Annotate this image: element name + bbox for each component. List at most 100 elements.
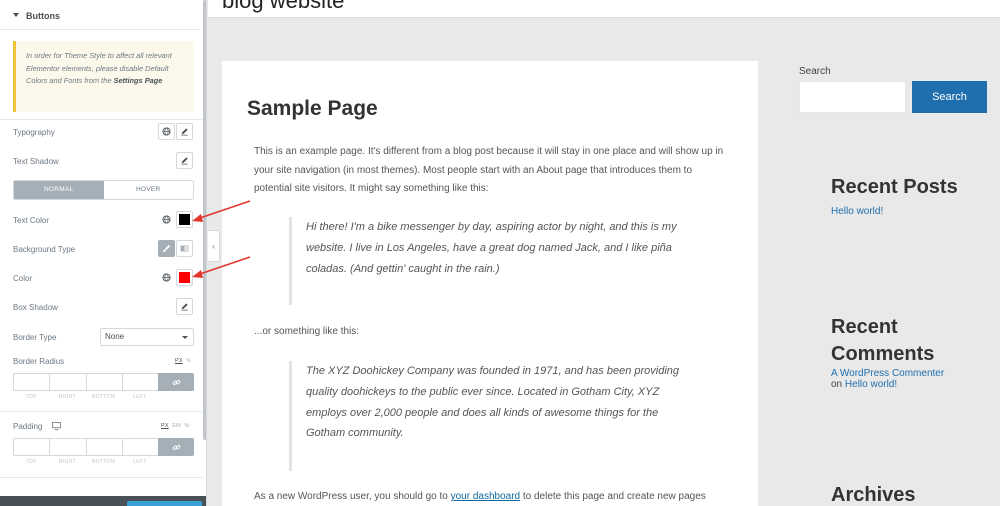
outro-text-end: to delete this page and create new pages (520, 491, 706, 502)
text-shadow-label: Text Shadow (13, 157, 59, 166)
radius-right-input[interactable] (49, 373, 86, 391)
divider (0, 411, 203, 412)
comment-on-text: on (831, 379, 843, 390)
link-values-button[interactable] (158, 438, 194, 456)
site-title[interactable]: blog website (222, 0, 344, 14)
padding-bottom-input[interactable] (85, 438, 122, 456)
recent-comments-title: Recent Comments (831, 316, 935, 365)
state-tabs: NORMAL HOVER (13, 180, 194, 200)
dim-label-left: LEFT (133, 394, 147, 400)
padding-top-input[interactable] (13, 438, 50, 456)
unit-em[interactable]: EM (172, 423, 181, 429)
publish-button[interactable] (127, 501, 202, 506)
radius-units: PX % (175, 358, 191, 364)
radius-left-input[interactable] (121, 373, 158, 391)
pencil-icon (181, 157, 188, 165)
border-radius-inputs (13, 373, 194, 391)
dim-label-left: LEFT (133, 459, 147, 465)
global-color-button[interactable] (158, 269, 175, 286)
globe-icon (162, 215, 171, 224)
padding-inputs (13, 438, 194, 456)
brush-icon (162, 244, 171, 253)
quote-bike-messenger: Hi there! I'm a bike messenger by day, a… (289, 217, 689, 305)
background-color-fill (179, 272, 190, 283)
search-button[interactable]: Search (912, 81, 987, 113)
background-color-swatch[interactable] (176, 269, 193, 286)
dashboard-link[interactable]: your dashboard (451, 491, 521, 502)
panel-scrollbar[interactable] (203, 0, 206, 440)
desktop-icon[interactable] (52, 422, 61, 430)
link-values-button[interactable] (158, 373, 194, 391)
padding-left-input[interactable] (121, 438, 158, 456)
recent-posts-title: Recent Posts (831, 176, 958, 198)
padding-right-input[interactable] (49, 438, 86, 456)
quote-doohickey: The XYZ Doohickey Company was founded in… (289, 361, 689, 471)
dim-label-top: TOP (25, 394, 37, 400)
intro-paragraph: This is an example page. It's different … (254, 146, 724, 195)
text-color-fill (179, 214, 190, 225)
tab-normal[interactable]: NORMAL (14, 181, 104, 199)
search-input[interactable] (799, 81, 906, 113)
unit-px[interactable]: PX (175, 358, 183, 364)
dim-label-right: RIGHT (58, 459, 76, 465)
edit-text-shadow-button[interactable] (176, 152, 193, 169)
comment-post-link[interactable]: Hello world! (845, 379, 897, 390)
background-type-label: Background Type (13, 245, 76, 254)
commenter-link[interactable]: A WordPress Commenter (831, 368, 944, 379)
border-type-value: None (105, 332, 125, 341)
color-label: Color (13, 274, 33, 283)
dim-label-bottom: BOTTOM (92, 459, 116, 465)
section-header-buttons[interactable]: Buttons (0, 4, 200, 30)
radius-top-input[interactable] (13, 373, 50, 391)
typography-label: Typography (13, 128, 55, 137)
divider (0, 477, 203, 478)
radius-dimension-labels: TOP RIGHT BOTTOM LEFT (13, 394, 194, 400)
caret-down-icon (13, 13, 19, 17)
globe-icon (162, 127, 171, 136)
text-color-swatch[interactable] (176, 211, 193, 228)
dim-label-bottom: BOTTOM (92, 394, 116, 400)
divider (0, 119, 203, 120)
pencil-icon (181, 128, 188, 136)
padding-label: Padding (13, 422, 43, 431)
globe-icon (162, 273, 171, 282)
tab-hover[interactable]: HOVER (103, 181, 193, 199)
global-typography-button[interactable] (158, 123, 175, 140)
chevron-down-icon (182, 336, 188, 339)
unit-percent[interactable]: % (186, 358, 191, 364)
text-color-label: Text Color (13, 216, 50, 225)
elementor-panel: Buttons In order for Theme Style to affe… (0, 0, 207, 506)
link-icon (172, 379, 180, 385)
gradient-icon (180, 245, 189, 252)
middle-paragraph: ...or something like this: (254, 326, 360, 337)
recent-post-link[interactable]: Hello world! (831, 206, 883, 217)
archives-title: Archives (831, 484, 916, 506)
site-header: blog website (208, 0, 1000, 18)
chevron-left-icon: ‹ (212, 241, 215, 251)
radius-bottom-input[interactable] (85, 373, 122, 391)
page-title: Sample Page (247, 97, 378, 120)
unit-percent[interactable]: % (184, 423, 189, 429)
padding-units: PX EM % (161, 423, 189, 429)
panel-footer (0, 496, 206, 506)
recent-comment: A WordPress Commenter on Hello world! (831, 368, 944, 390)
background-classic-button[interactable] (158, 240, 175, 257)
edit-typography-button[interactable] (176, 123, 193, 140)
dim-label-right: RIGHT (58, 394, 76, 400)
theme-style-notice: In order for Theme Style to affect all r… (13, 41, 194, 112)
unit-px[interactable]: PX (161, 423, 169, 429)
dim-label-top: TOP (25, 459, 37, 465)
border-type-label: Border Type (13, 333, 57, 342)
collapse-panel-button[interactable]: ‹ (208, 230, 220, 262)
article-card: Sample Page This is an example page. It'… (222, 61, 758, 506)
global-text-color-button[interactable] (158, 211, 175, 228)
section-title: Buttons (26, 11, 60, 21)
link-icon (172, 444, 180, 450)
edit-box-shadow-button[interactable] (176, 298, 193, 315)
background-gradient-button[interactable] (176, 240, 193, 257)
border-type-select[interactable]: None (100, 328, 194, 346)
settings-page-link[interactable]: Settings Page (114, 76, 163, 85)
sidebar: Search Search Recent Posts Hello world! … (799, 61, 1000, 506)
border-radius-label: Border Radius (13, 357, 65, 366)
padding-dimension-labels: TOP RIGHT BOTTOM LEFT (13, 459, 194, 465)
